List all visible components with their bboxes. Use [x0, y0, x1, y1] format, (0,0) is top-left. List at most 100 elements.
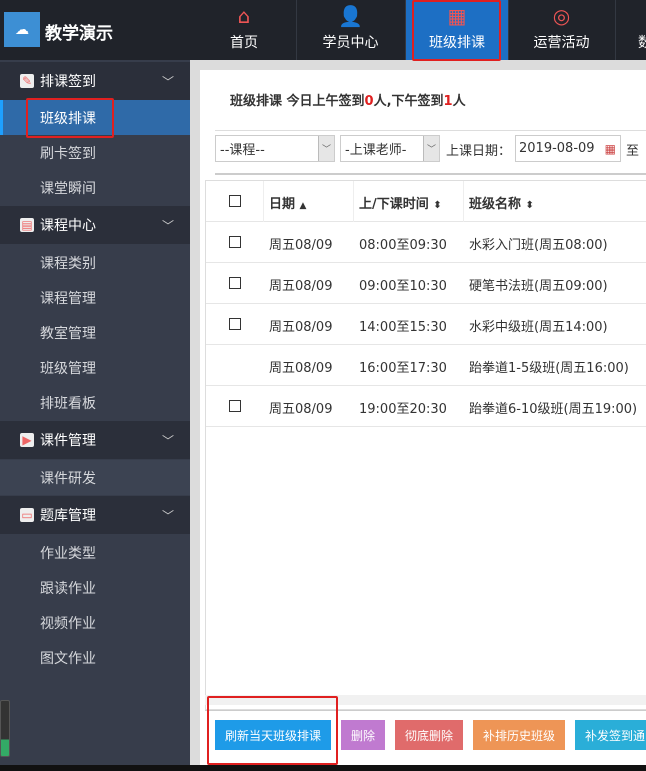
column-class-name[interactable]: 班级名称 ⬍ — [469, 193, 534, 212]
cell-class-name: 硬笔书法班(周五09:00) — [469, 279, 608, 294]
calendar-icon: ▦ — [604, 141, 616, 156]
sidebar-item-class-moments[interactable]: 课堂瞬间 — [0, 170, 190, 205]
select-all-checkbox[interactable] — [229, 195, 241, 207]
item-label: 课堂瞬间 — [40, 180, 96, 197]
column-date[interactable]: 日期 ▲ — [269, 193, 306, 212]
sidebar-group-courseware[interactable]: ▶ 课件管理 ﹀ — [0, 421, 190, 459]
item-label: 课程管理 — [40, 290, 96, 307]
reschedule-history-button[interactable]: 补排历史班级 — [473, 720, 565, 750]
group-label: 题库管理 — [40, 508, 96, 524]
sidebar-item-card-checkin[interactable]: 刷卡签到 — [0, 135, 190, 170]
group-label: 排课签到 — [40, 74, 96, 90]
start-date-input[interactable]: 2019-08-09 ▦ — [515, 135, 621, 162]
nav-students[interactable]: 👤 学员中心 — [296, 0, 404, 60]
item-label: 作业类型 — [40, 545, 96, 562]
permanent-delete-button[interactable]: 彻底删除 — [395, 720, 463, 750]
sidebar-item-class-manage[interactable]: 班级管理 — [0, 350, 190, 385]
monitor-icon: ▶ — [20, 433, 34, 447]
sidebar-item-homework-type[interactable]: 作业类型 — [0, 535, 190, 570]
nav-label: 运营活动 — [533, 35, 590, 51]
cell-class-name: 跆拳道1-5级班(周五16:00) — [469, 361, 629, 376]
select-value: -上课老师- — [345, 143, 407, 158]
item-label: 课程类别 — [40, 255, 96, 272]
course-select[interactable]: --课程-- ﹀ — [215, 135, 335, 162]
sort-icon: ⬍ — [525, 200, 534, 211]
table-row[interactable]: 周五08/09 09:00至10:30 硬笔书法班(周五09:00) — [206, 263, 646, 304]
header-label: 日期 — [269, 197, 296, 212]
group-label: 课程中心 — [40, 218, 96, 234]
document-icon: ✎ — [20, 74, 34, 88]
sidebar-item-classroom-manage[interactable]: 教室管理 — [0, 315, 190, 350]
nav-home[interactable]: ⌂ 首页 — [198, 0, 290, 60]
delete-button[interactable]: 删除 — [341, 720, 385, 750]
row-checkbox[interactable] — [229, 236, 241, 248]
cloud-icon: ☁ — [15, 21, 29, 38]
taskbar — [0, 765, 646, 771]
chevron-down-icon: ﹀ — [161, 433, 174, 448]
cell-time: 19:00至20:30 — [359, 402, 447, 417]
cell-time: 09:00至10:30 — [359, 279, 447, 294]
item-label: 刷卡签到 — [40, 145, 96, 162]
row-checkbox[interactable] — [229, 277, 241, 289]
sidebar-item-shift-board[interactable]: 排班看板 — [0, 385, 190, 420]
nav-operations[interactable]: ◎ 运营活动 — [508, 0, 614, 60]
sidebar-item-video-homework[interactable]: 视频作业 — [0, 605, 190, 640]
nav-label: 首页 — [230, 35, 258, 51]
cell-time: 16:00至17:30 — [359, 361, 447, 376]
title-text: 人,下午签到 — [373, 94, 444, 109]
cell-time: 08:00至09:30 — [359, 238, 447, 253]
cell-class-name: 水彩中级班(周五14:00) — [469, 320, 608, 335]
sidebar-item-course-category[interactable]: 课程类别 — [0, 245, 190, 280]
highlight-box — [207, 696, 338, 765]
cell-date: 周五08/09 — [269, 238, 333, 253]
brand-name: 教学演示 — [45, 24, 113, 44]
group-label: 课件管理 — [40, 433, 96, 449]
highlight-box — [26, 98, 114, 138]
cell-date: 周五08/09 — [269, 361, 333, 376]
lifebuoy-icon: ◎ — [552, 4, 571, 28]
inbox-icon: ▭ — [20, 508, 34, 522]
date-label: 上课日期： — [446, 144, 512, 159]
resend-checkin-button[interactable]: 补发签到通 — [575, 720, 646, 750]
table-row[interactable]: 周五08/09 14:00至15:30 水彩中级班(周五14:00) — [206, 304, 646, 345]
header-label: 上/下课时间 — [359, 197, 429, 212]
cell-date: 周五08/09 — [269, 402, 333, 417]
cell-class-name: 水彩入门班(周五08:00) — [469, 238, 608, 253]
title-text: 人 — [452, 94, 466, 109]
chevron-down-icon: ﹀ — [318, 136, 334, 161]
main-panel: 班级排课 今日上午签到0人,下午签到1人 --课程-- ﹀ -上课老师- ﹀ 上课日… — [200, 70, 646, 765]
sidebar-item-courseware-dev[interactable]: 课件研发 — [0, 460, 190, 495]
date-value: 2019-08-09 — [519, 141, 595, 156]
column-time[interactable]: 上/下课时间 ⬍ — [359, 193, 442, 212]
table-row[interactable]: 周五08/09 08:00至09:30 水彩入门班(周五08:00) — [206, 222, 646, 263]
sidebar-group-courses[interactable]: ▤ 课程中心 ﹀ — [0, 206, 190, 244]
table-row[interactable]: 周五08/09 16:00至17:30 跆拳道1-5级班(周五16:00) — [206, 345, 646, 386]
row-checkbox[interactable] — [229, 400, 241, 412]
divider — [215, 130, 646, 131]
date-to-label: 至 — [626, 144, 640, 159]
header-label: 班级名称 — [469, 197, 522, 212]
table-row[interactable]: 周五08/09 19:00至20:30 跆拳道6-10级班(周五19:00) — [206, 386, 646, 427]
sidebar-item-course-manage[interactable]: 课程管理 — [0, 280, 190, 315]
cell-class-name: 跆拳道6-10级班(周五19:00) — [469, 402, 638, 417]
home-icon: ⌂ — [237, 4, 251, 28]
item-label: 课件研发 — [40, 470, 96, 487]
row-checkbox[interactable] — [229, 318, 241, 330]
schedule-table: 日期 ▲ 上/下课时间 ⬍ 班级名称 ⬍ 周五08/09 08:00至09:30 水… — [205, 180, 646, 710]
sidebar-item-image-text-homework[interactable]: 图文作业 — [0, 640, 190, 675]
volume-meter — [0, 700, 10, 757]
chevron-down-icon: ﹀ — [161, 74, 174, 89]
sidebar-item-read-along[interactable]: 跟读作业 — [0, 570, 190, 605]
table-header: 日期 ▲ 上/下课时间 ⬍ 班级名称 ⬍ — [206, 181, 646, 222]
nav-label: 学员中心 — [322, 35, 379, 51]
sidebar-group-question-bank[interactable]: ▭ 题库管理 ﹀ — [0, 496, 190, 534]
teacher-select[interactable]: -上课老师- ﹀ — [340, 135, 440, 162]
sidebar-group-schedule[interactable]: ✎ 排课签到 ﹀ — [0, 62, 190, 100]
nav-label: 数 — [638, 35, 646, 51]
item-label: 排班看板 — [40, 395, 96, 412]
nav-data[interactable]: 数 — [615, 0, 646, 60]
cell-date: 周五08/09 — [269, 279, 333, 294]
divider — [215, 173, 646, 175]
sort-icon: ⬍ — [433, 200, 442, 211]
chevron-down-icon: ﹀ — [161, 218, 174, 233]
